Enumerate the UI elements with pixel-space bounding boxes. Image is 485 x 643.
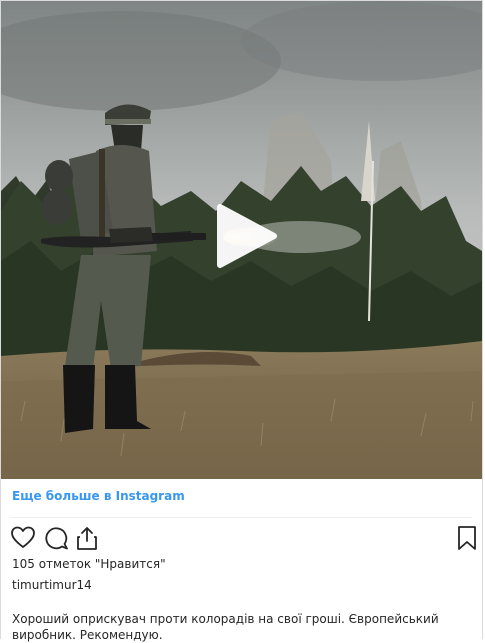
video-thumbnail[interactable] bbox=[1, 1, 482, 479]
play-icon[interactable] bbox=[214, 201, 280, 271]
divider bbox=[10, 517, 472, 518]
username[interactable]: timurtimur14 bbox=[12, 578, 92, 592]
share-icon[interactable] bbox=[74, 525, 100, 551]
more-on-instagram-link[interactable]: Еще больше в Instagram bbox=[12, 489, 185, 503]
post-caption: Хороший оприскувач проти колорадів на св… bbox=[12, 612, 439, 642]
likes-count: 105 отметок "Нравится" bbox=[12, 557, 166, 571]
bookmark-icon[interactable] bbox=[454, 525, 480, 551]
instagram-embed: Еще больше в Instagram 105 отметок "Нрав… bbox=[0, 0, 484, 642]
action-bar bbox=[1, 521, 484, 555]
comment-icon[interactable] bbox=[43, 525, 69, 551]
heart-icon[interactable] bbox=[10, 525, 36, 551]
